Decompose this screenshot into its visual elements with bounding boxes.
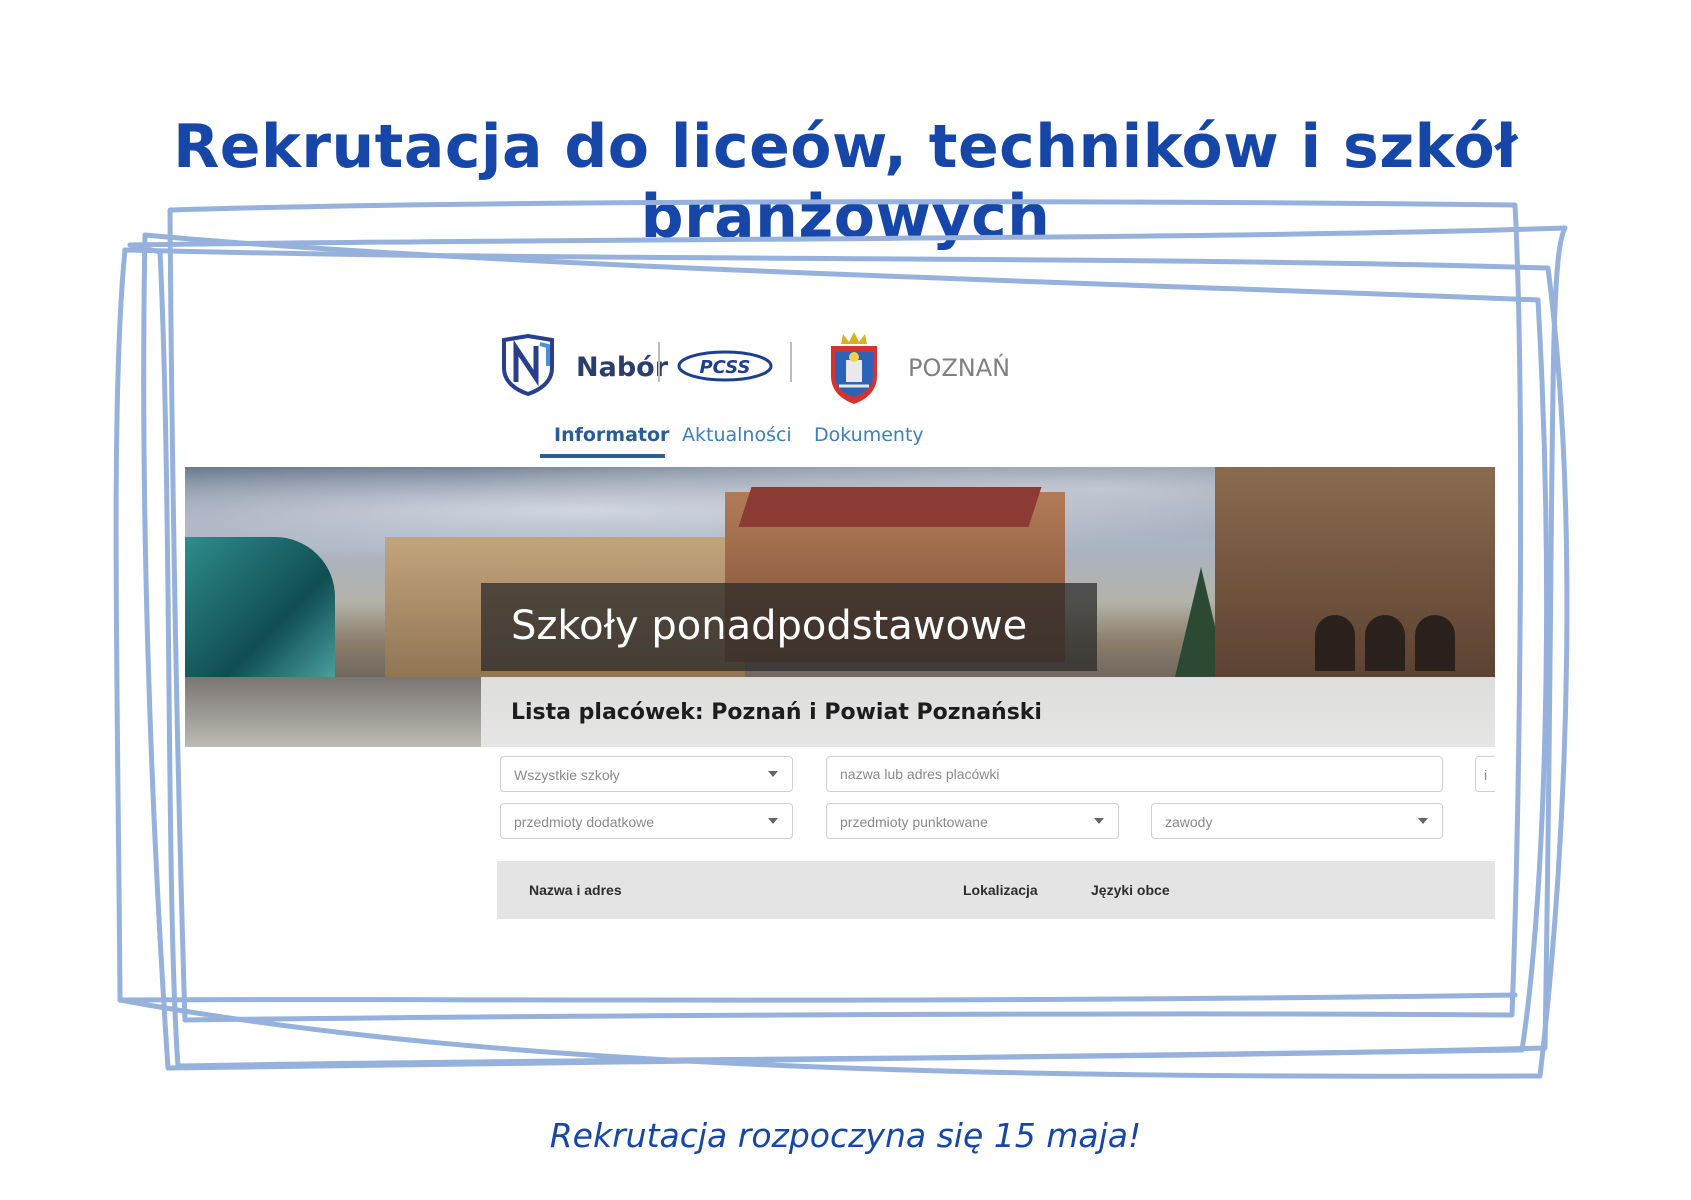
- banner-glass-building: [185, 537, 335, 687]
- banner-title: Szkoły ponadpodstawowe: [511, 603, 1028, 649]
- page-headline: Rekrutacja do liceów, techników i szkół …: [173, 112, 1518, 252]
- banner-roof: [738, 487, 1042, 527]
- scored-subjects-select[interactable]: przedmioty punktowane: [826, 803, 1119, 839]
- banner-town-hall: [1215, 467, 1495, 677]
- professions-select[interactable]: zawody: [1151, 803, 1443, 839]
- column-header-languages[interactable]: Języki obce: [1091, 882, 1170, 898]
- chevron-down-icon: [1418, 818, 1428, 824]
- tab-dokumenty[interactable]: Dokumenty: [814, 424, 924, 446]
- chevron-down-icon: [768, 818, 778, 824]
- hero-banner: Szkoły ponadpodstawowe Lista placówek: P…: [185, 467, 1495, 747]
- chevron-down-icon: [1094, 818, 1104, 824]
- tab-informator[interactable]: Informator: [554, 424, 669, 446]
- brand-name: Nabór: [576, 352, 669, 383]
- nabor-logo-icon: [502, 334, 554, 396]
- school-type-value: Wszystkie szkoły: [514, 767, 620, 783]
- cut-off-field[interactable]: i: [1475, 756, 1495, 792]
- poznan-crest-icon: [831, 332, 877, 404]
- active-tab-indicator: [540, 454, 665, 458]
- column-header-location[interactable]: Lokalizacja: [963, 882, 1038, 898]
- banner-arch: [1365, 615, 1405, 671]
- banner-arch: [1315, 615, 1355, 671]
- chevron-down-icon: [768, 771, 778, 777]
- scored-subjects-value: przedmioty punktowane: [840, 814, 988, 830]
- site-header: Nabór PCSS POZNAŃ: [500, 330, 1020, 404]
- search-input[interactable]: [826, 756, 1443, 792]
- svg-text:PCSS: PCSS: [699, 357, 750, 378]
- tab-aktualnosci[interactable]: Aktualności: [682, 424, 792, 446]
- professions-value: zawody: [1165, 814, 1213, 830]
- table-header: Nazwa i adres Lokalizacja Języki obce: [497, 861, 1495, 919]
- pcss-logo-icon: PCSS: [677, 350, 773, 382]
- banner-arch: [1415, 615, 1455, 671]
- extra-subjects-select[interactable]: przedmioty dodatkowe: [500, 803, 793, 839]
- logo-divider: [658, 342, 660, 382]
- banner-subtitle: Lista placówek: Poznań i Powiat Poznańsk…: [511, 700, 1042, 725]
- footer-note: Rekrutacja rozpoczyna się 15 maja!: [549, 1116, 1142, 1155]
- cut-off-field-text: i: [1484, 767, 1488, 783]
- logo-divider: [790, 342, 792, 382]
- column-header-name[interactable]: Nazwa i adres: [529, 882, 622, 898]
- extra-subjects-value: przedmioty dodatkowe: [514, 814, 655, 830]
- school-type-select[interactable]: Wszystkie szkoły: [500, 756, 793, 792]
- city-name: POZNAŃ: [908, 354, 1011, 382]
